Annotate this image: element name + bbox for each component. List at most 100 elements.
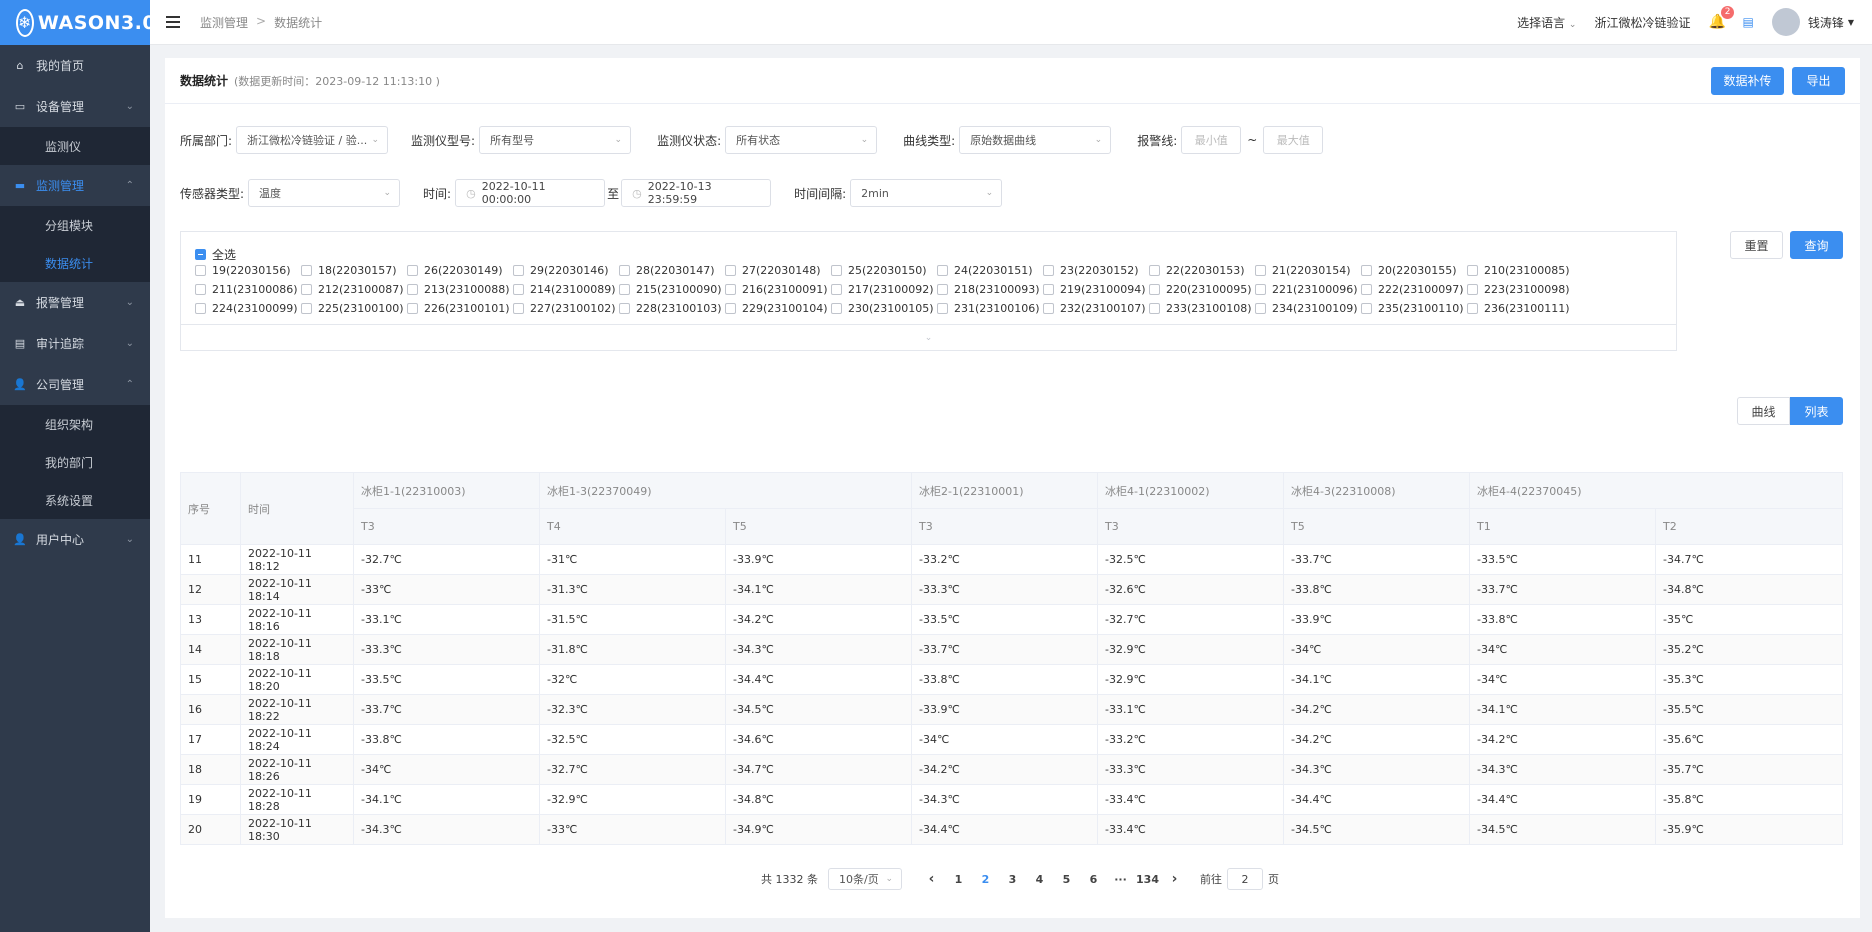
sidebar-item-3[interactable]: ▬ 监测管理 ⌃ (0, 165, 150, 206)
model-select[interactable]: 所有型号 ⌄ (479, 126, 632, 154)
dept-select[interactable]: 浙江微松冷链验证 / 验... ⌄ (236, 126, 389, 154)
device-checkbox[interactable]: 210(23100085) (1467, 263, 1573, 277)
table-cell: -34.7℃ (1655, 544, 1844, 575)
page-number-button[interactable]: 5 (1053, 873, 1080, 886)
expand-panel-toggle[interactable]: ⌄ (181, 324, 1676, 350)
sidebar-item-11[interactable]: 系统设置 (0, 481, 150, 519)
page-number-button[interactable]: 1 (945, 873, 972, 886)
sensor-type-select[interactable]: 温度 ⌄ (248, 179, 401, 207)
device-checkbox[interactable]: 216(23100091) (725, 282, 831, 296)
table-cell: -32.5℃ (539, 724, 726, 755)
device-checkbox[interactable]: 221(23100096) (1255, 282, 1361, 296)
device-checkbox[interactable]: 20(22030155) (1361, 263, 1467, 277)
page-ellipsis[interactable]: ··· (1107, 873, 1134, 886)
sidebar-item-6[interactable]: ⏏ 报警管理 ⌄ (0, 282, 150, 323)
chevron-down-icon: ⌄ (125, 297, 134, 308)
home-icon: ⌂ (16, 59, 24, 72)
device-checkbox[interactable]: 19(22030156) (195, 263, 301, 277)
export-button[interactable]: 导出 (1792, 66, 1845, 95)
column-header-index: 序号 (180, 472, 241, 545)
sidebar-item-9[interactable]: 组织架构 (0, 405, 150, 443)
device-checkbox[interactable]: 230(23100105) (831, 301, 937, 315)
company-name[interactable]: 浙江微松冷链验证 (1594, 14, 1690, 31)
page-number-button[interactable]: 2 (972, 873, 999, 886)
alarm-min-input[interactable]: 最小值 (1181, 126, 1242, 154)
sidebar-item-7[interactable]: ▤ 审计追踪 ⌄ (0, 323, 150, 364)
sidebar-item-12[interactable]: 👤 用户中心 ⌄ (0, 519, 150, 560)
device-checkbox[interactable]: 229(23100104) (725, 301, 831, 315)
prev-page-button[interactable]: ‹ (918, 871, 945, 887)
start-time-input[interactable]: ◷ 2022-10-11 00:00:00 (455, 179, 606, 207)
device-checkbox[interactable]: 220(23100095) (1149, 282, 1255, 296)
device-checkbox[interactable]: 233(23100108) (1149, 301, 1255, 315)
status-select[interactable]: 所有状态 ⌄ (725, 126, 878, 154)
user-menu[interactable]: 钱涛锋 ▼ (1771, 8, 1854, 36)
device-checkbox[interactable]: 235(23100110) (1361, 301, 1467, 315)
breadcrumb-item[interactable]: 监测管理 (200, 14, 248, 31)
page-number-button[interactable]: 3 (999, 873, 1026, 886)
device-checkbox[interactable]: 225(23100100) (301, 301, 407, 315)
end-time-input[interactable]: ◷ 2022-10-13 23:59:59 (621, 179, 772, 207)
device-checkbox[interactable]: 227(23100102) (513, 301, 619, 315)
list-view-button[interactable]: 列表 (1790, 397, 1843, 425)
select-all-checkbox[interactable]: 全选 (195, 246, 236, 263)
device-checkbox[interactable]: 224(23100099) (195, 301, 301, 315)
sidebar-item-4[interactable]: 分组模块 (0, 206, 150, 244)
top-header: 监测管理 > 数据统计 选择语言 ⌄ 浙江微松冷链验证 🔔 2 ▤ 钱涛锋 ▼ (150, 0, 1872, 45)
supplement-data-button[interactable]: 数据补传 (1711, 66, 1784, 95)
device-checkbox[interactable]: 234(23100109) (1255, 301, 1361, 315)
bell-icon[interactable]: 🔔 2 (1708, 6, 1735, 30)
device-checkbox[interactable]: 215(23100090) (619, 282, 725, 296)
breadcrumb-item: 数据统计 (274, 15, 323, 30)
curve-view-button[interactable]: 曲线 (1737, 397, 1790, 425)
device-checkbox[interactable]: 232(23100107) (1043, 301, 1149, 315)
page-title: 数据统计 (180, 74, 229, 88)
curve-select-value: 原始数据曲线 (970, 134, 1037, 147)
sidebar-item-8[interactable]: 👤 公司管理 ⌃ (0, 364, 150, 405)
page-size-select[interactable]: 10条/页 ⌄ (828, 868, 902, 890)
sidebar-item-2[interactable]: 监测仪 (0, 127, 150, 165)
device-checkbox[interactable]: 222(23100097) (1361, 282, 1467, 296)
menu-toggle-icon[interactable] (166, 16, 180, 28)
device-checkbox[interactable]: 214(23100089) (513, 282, 619, 296)
device-checkbox[interactable]: 228(23100103) (619, 301, 725, 315)
sidebar-item-10[interactable]: 我的部门 (0, 443, 150, 481)
page-number-button[interactable]: 6 (1080, 873, 1107, 886)
query-button[interactable]: 查询 (1790, 231, 1843, 259)
sidebar-item-5[interactable]: 数据统计 (0, 244, 150, 282)
device-checkbox[interactable]: 28(22030147) (619, 263, 725, 277)
device-checkbox[interactable]: 218(23100093) (937, 282, 1043, 296)
device-checkbox[interactable]: 22(22030153) (1149, 263, 1255, 277)
sidebar-item-1[interactable]: ▭ 设备管理 ⌄ (0, 86, 150, 127)
device-checkbox[interactable]: 236(23100111) (1467, 301, 1573, 315)
message-icon[interactable]: ▤ (1742, 15, 1753, 29)
device-checkbox[interactable]: 26(22030149) (407, 263, 513, 277)
table-row: 17 2022-10-11 18:24 -33.8℃ -32.5℃ -34.6℃ -34℃… (180, 724, 1844, 755)
page-number-button[interactable]: 134 (1134, 873, 1161, 886)
device-checkbox[interactable]: 25(22030150) (831, 263, 937, 277)
device-checkbox[interactable]: 212(23100087) (301, 282, 407, 296)
device-checkbox[interactable]: 24(22030151) (937, 263, 1043, 277)
device-checkbox[interactable]: 217(23100092) (831, 282, 937, 296)
device-checkbox[interactable]: 18(22030157) (301, 263, 407, 277)
alarm-max-input[interactable]: 最大值 (1263, 126, 1324, 154)
device-checkbox[interactable]: 219(23100094) (1043, 282, 1149, 296)
device-checkbox[interactable]: 27(22030148) (725, 263, 831, 277)
device-checkbox[interactable]: 213(23100088) (407, 282, 513, 296)
next-page-button[interactable]: › (1161, 871, 1188, 887)
device-checkbox[interactable]: 21(22030154) (1255, 263, 1361, 277)
device-checkbox[interactable]: 226(23100101) (407, 301, 513, 315)
device-checkbox[interactable]: 223(23100098) (1467, 282, 1573, 296)
curve-select[interactable]: 原始数据曲线 ⌄ (959, 126, 1112, 154)
language-select[interactable]: 选择语言 ⌄ (1517, 14, 1576, 31)
page-number-button[interactable]: 4 (1026, 873, 1053, 886)
sidebar-item-0[interactable]: ⌂ 我的首页 (0, 45, 150, 86)
app-logo[interactable]: ❄ WASON3.0 (0, 0, 156, 45)
device-checkbox[interactable]: 231(23100106) (937, 301, 1043, 315)
device-checkbox[interactable]: 211(23100086) (195, 282, 301, 296)
reset-button[interactable]: 重置 (1730, 231, 1783, 259)
device-checkbox[interactable]: 29(22030146) (513, 263, 619, 277)
interval-select[interactable]: 2min ⌄ (850, 179, 1003, 207)
device-checkbox[interactable]: 23(22030152) (1043, 263, 1149, 277)
goto-page-input[interactable]: 2 (1227, 868, 1263, 890)
